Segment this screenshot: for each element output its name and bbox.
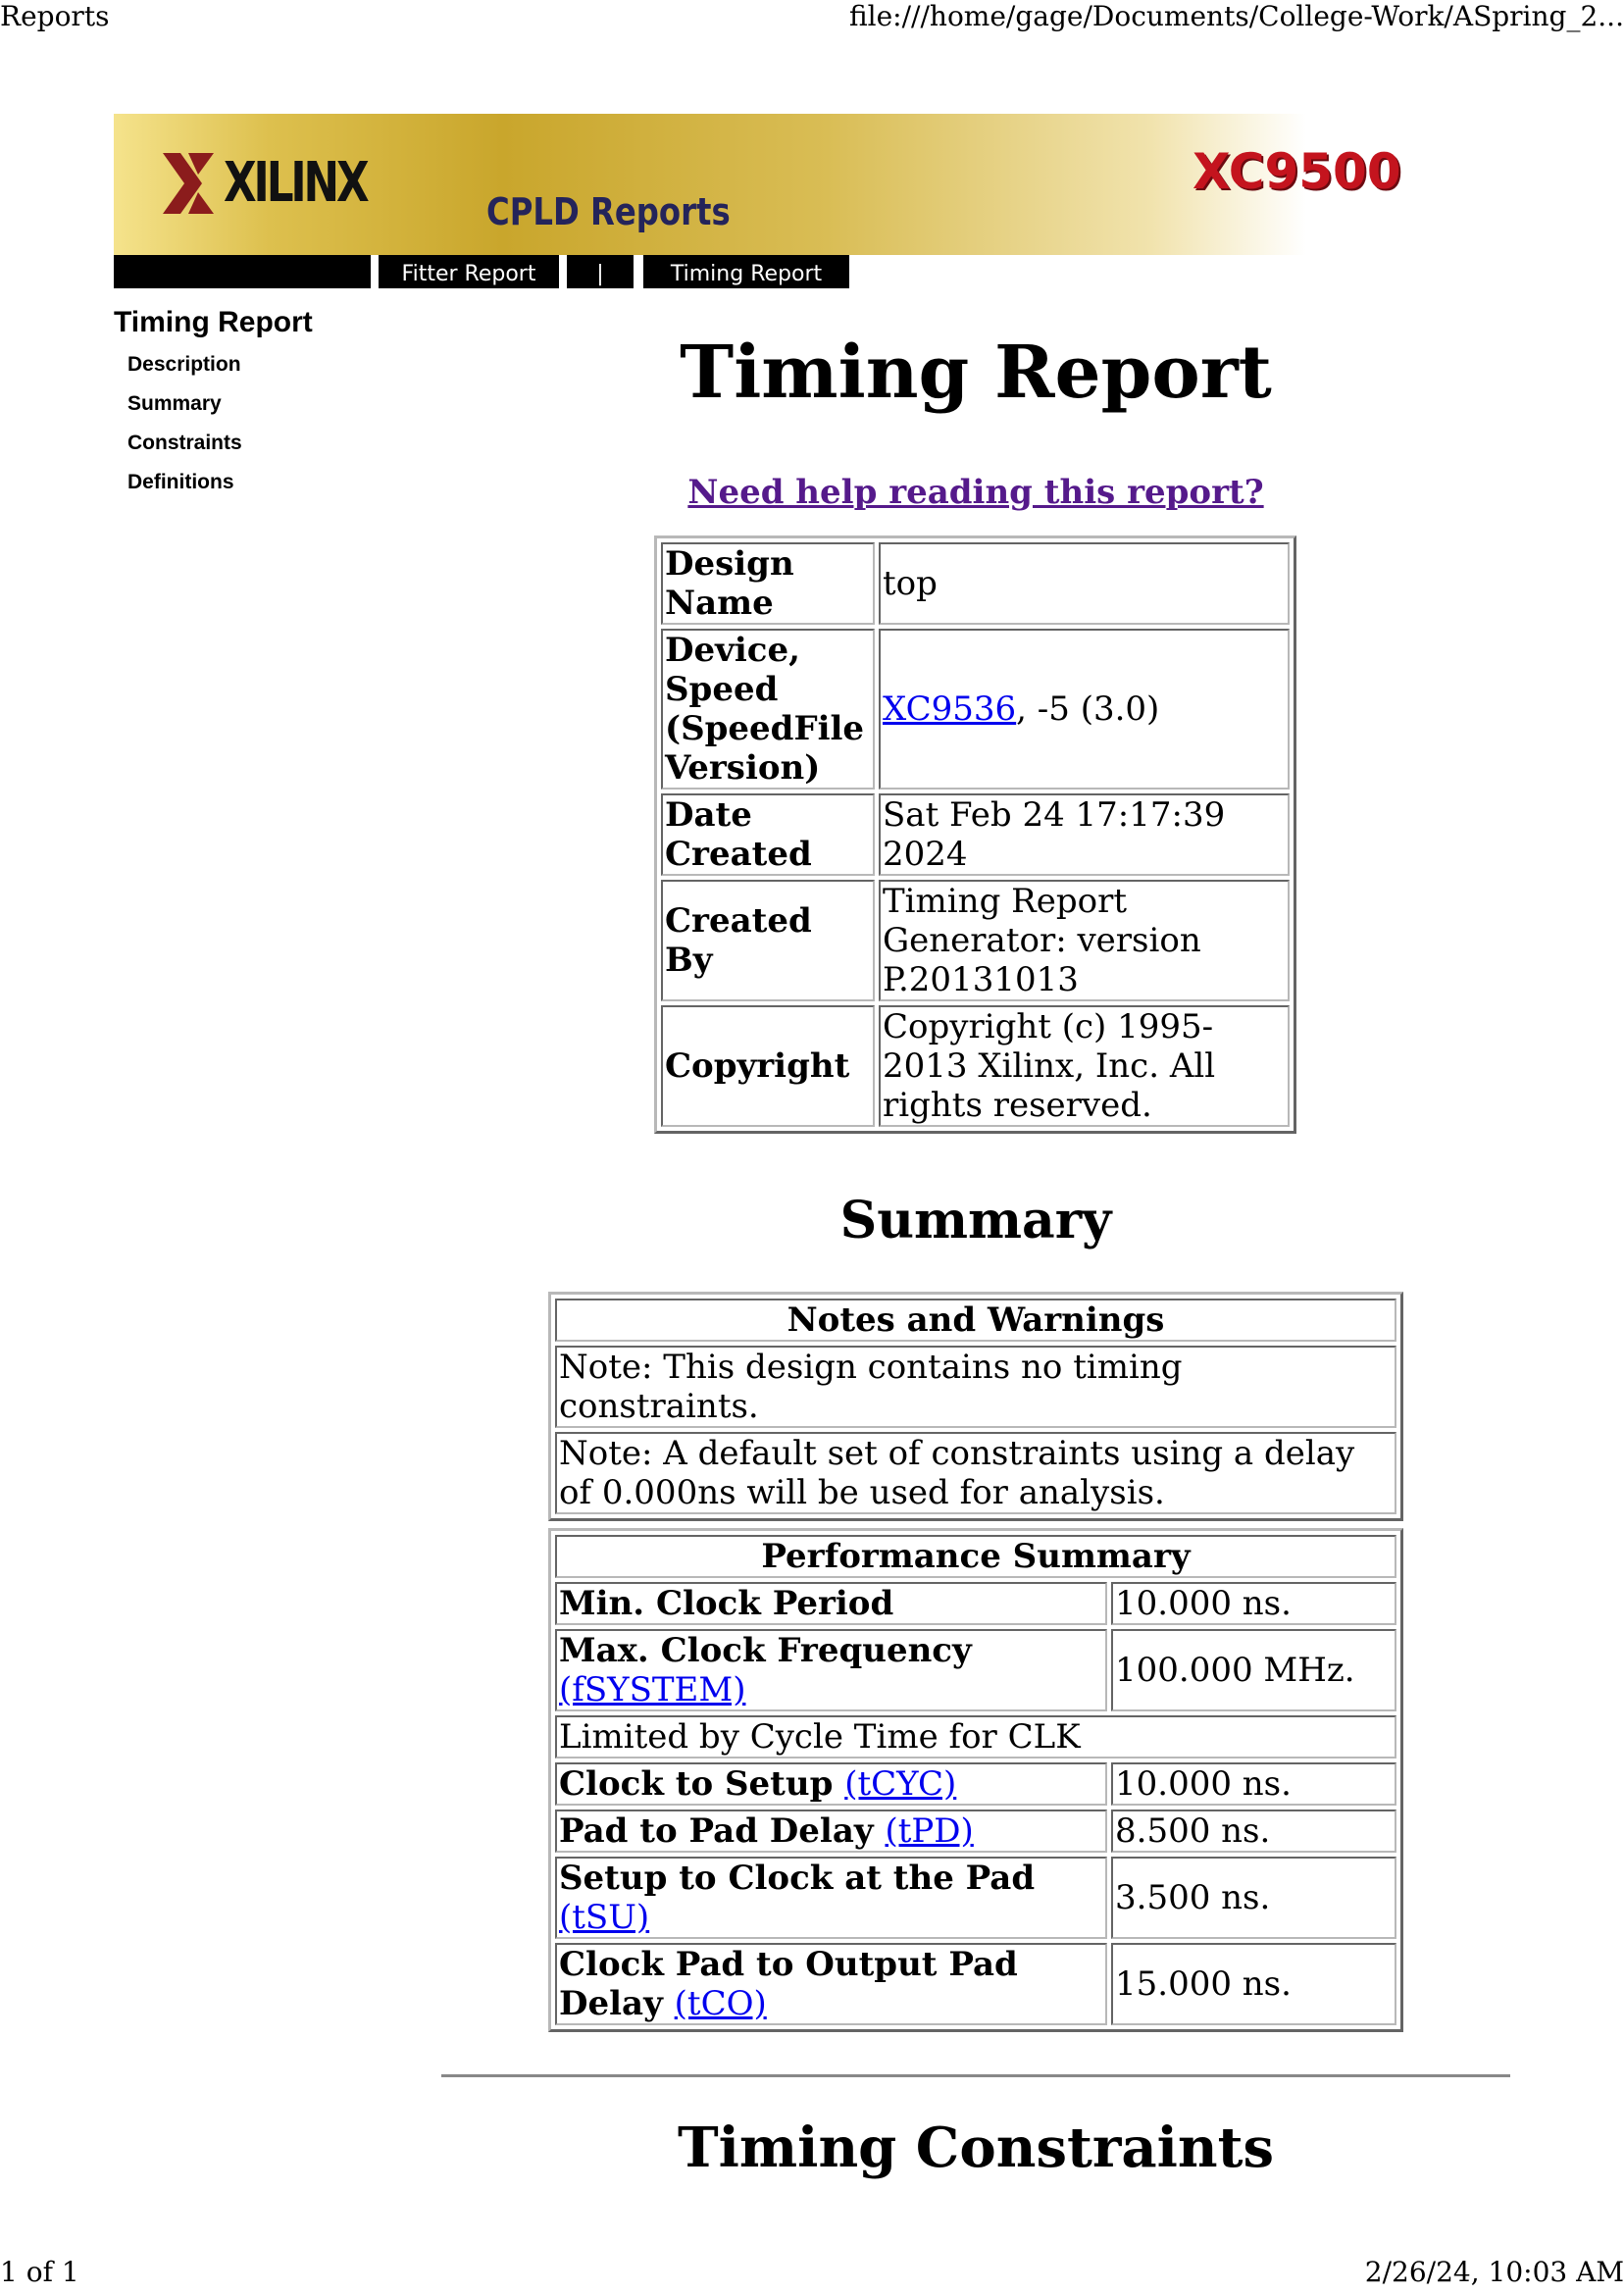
created-by-value: Timing Report Generator: version P.20131… bbox=[879, 880, 1290, 1001]
created-by-label: Created By bbox=[661, 880, 875, 1001]
table-row: Design Name top bbox=[661, 542, 1290, 625]
table-row: Created By Timing Report Generator: vers… bbox=[661, 880, 1290, 1001]
tsu-link[interactable]: (tSU) bbox=[559, 1898, 649, 1937]
table-header-row: Notes and Warnings bbox=[555, 1299, 1396, 1342]
table-row: Device, Speed (SpeedFile Version) XC9536… bbox=[661, 629, 1290, 790]
timing-constraints-heading: Timing Constraints bbox=[677, 2116, 1275, 2180]
device-speed-label: Device, Speed (SpeedFile Version) bbox=[661, 629, 875, 790]
nav-fitter-report[interactable]: Fitter Report bbox=[379, 255, 559, 288]
tcyc-link[interactable]: (tCYC) bbox=[844, 1764, 956, 1804]
perf-value: 15.000 ns. bbox=[1111, 1943, 1396, 2025]
performance-header: Performance Summary bbox=[555, 1535, 1396, 1578]
report-navbar: Fitter Report | Timing Report bbox=[114, 255, 859, 288]
table-row: Clock to Setup (tCYC) 10.000 ns. bbox=[555, 1762, 1396, 1806]
main-content: Timing Report Need help reading this rep… bbox=[441, 324, 1510, 512]
perf-label-cell: Setup to Clock at the Pad (tSU) bbox=[555, 1857, 1107, 1939]
print-header: Reports file:///home/gage/Documents/Coll… bbox=[0, 0, 1624, 35]
perf-label: Min. Clock Period bbox=[559, 1584, 894, 1623]
perf-value: 3.500 ns. bbox=[1111, 1857, 1396, 1939]
tco-link[interactable]: (tCO) bbox=[675, 1984, 767, 2023]
nav-separator: | bbox=[567, 255, 634, 288]
table-row: Max. Clock Frequency (fSYSTEM) 100.000 MH… bbox=[555, 1629, 1396, 1711]
table-row: Min. Clock Period 10.000 ns. bbox=[555, 1582, 1396, 1625]
table-row: Limited by Cycle Time for CLK bbox=[555, 1715, 1396, 1759]
print-header-url: file:///home/gage/Documents/College-Work… bbox=[848, 0, 1624, 32]
perf-value: 8.500 ns. bbox=[1111, 1810, 1396, 1853]
table-row: Note: This design contains no timing con… bbox=[555, 1346, 1396, 1428]
perf-label-cell: Clock to Setup (tCYC) bbox=[555, 1762, 1107, 1806]
design-name-label: Design Name bbox=[661, 542, 875, 625]
perf-label: Pad to Pad Delay bbox=[559, 1811, 874, 1851]
table-row: Clock Pad to Output Pad Delay (tCO) 15.0… bbox=[555, 1943, 1396, 2025]
help-link[interactable]: Need help reading this report? bbox=[687, 473, 1263, 512]
perf-label-cell: Clock Pad to Output Pad Delay (tCO) bbox=[555, 1943, 1107, 2025]
table-row: Date Created Sat Feb 24 17:17:39 2024 bbox=[661, 793, 1290, 876]
page-title: Timing Report bbox=[680, 331, 1272, 415]
perf-label-cell: Min. Clock Period bbox=[555, 1582, 1107, 1625]
device-speed-value: , -5 (3.0) bbox=[1016, 689, 1160, 729]
xilinx-wordmark: XILINX bbox=[224, 151, 370, 215]
device-family-badge: XC9500 bbox=[1193, 143, 1401, 200]
perf-label: Clock to Setup bbox=[559, 1764, 834, 1804]
sidebar-item-constraints[interactable]: Constraints bbox=[127, 424, 408, 463]
date-created-label: Date Created bbox=[661, 793, 875, 876]
table-row: Note: A default set of constraints using… bbox=[555, 1432, 1396, 1514]
section-divider bbox=[441, 2074, 1510, 2077]
device-link[interactable]: XC9536 bbox=[883, 689, 1016, 729]
design-info-table: Design Name top Device, Speed (SpeedFile… bbox=[654, 535, 1296, 1134]
nav-timing-report[interactable]: Timing Report bbox=[643, 255, 849, 288]
notes-header: Notes and Warnings bbox=[555, 1299, 1396, 1342]
table-row: Copyright Copyright (c) 1995-2013 Xilinx… bbox=[661, 1005, 1290, 1127]
notes-warnings-table: Notes and Warnings Note: This design con… bbox=[548, 1292, 1403, 1521]
sidebar-title: Timing Report bbox=[114, 306, 313, 338]
cpld-reports-banner: XILINX CPLD Reports XC9500 bbox=[114, 114, 1410, 255]
device-speed-cell: XC9536, -5 (3.0) bbox=[879, 629, 1290, 790]
tpd-link[interactable]: (tPD) bbox=[885, 1811, 973, 1851]
summary-heading: Summary bbox=[839, 1191, 1112, 1250]
copyright-label: Copyright bbox=[661, 1005, 875, 1127]
sidebar-item-summary[interactable]: Summary bbox=[127, 384, 408, 424]
perf-label: Setup to Clock at the Pad bbox=[559, 1859, 1036, 1898]
sidebar: Timing Report Description Summary Constr… bbox=[114, 306, 408, 502]
copyright-value: Copyright (c) 1995-2013 Xilinx, Inc. All… bbox=[879, 1005, 1290, 1127]
perf-value: 10.000 ns. bbox=[1111, 1762, 1396, 1806]
print-footer-page: 1 of 1 bbox=[0, 2256, 79, 2288]
table-row: Pad to Pad Delay (tPD) 8.500 ns. bbox=[555, 1810, 1396, 1853]
design-name-value: top bbox=[879, 542, 1290, 625]
print-footer: 1 of 1 2/26/24, 10:03 AM bbox=[0, 2256, 1624, 2291]
fsystem-link[interactable]: (fSYSTEM) bbox=[559, 1670, 745, 1709]
sidebar-item-description[interactable]: Description bbox=[127, 345, 408, 384]
table-row: Setup to Clock at the Pad (tSU) 3.500 ns. bbox=[555, 1857, 1396, 1939]
note-row: Note: This design contains no timing con… bbox=[555, 1346, 1396, 1428]
limited-by-note: Limited by Cycle Time for CLK bbox=[555, 1715, 1396, 1759]
table-header-row: Performance Summary bbox=[555, 1535, 1396, 1578]
banner-subtitle: CPLD Reports bbox=[486, 190, 731, 233]
xilinx-logo-icon bbox=[163, 153, 214, 214]
perf-value: 100.000 MHz. bbox=[1111, 1629, 1396, 1711]
print-header-title: Reports bbox=[0, 0, 110, 32]
perf-label: Clock Pad to Output Pad Delay bbox=[559, 1945, 1018, 2023]
navbar-blank-segment bbox=[114, 255, 371, 288]
date-created-value: Sat Feb 24 17:17:39 2024 bbox=[879, 793, 1290, 876]
sidebar-item-definitions[interactable]: Definitions bbox=[127, 463, 408, 502]
perf-label: Max. Clock Frequency bbox=[559, 1631, 972, 1670]
perf-label-cell: Max. Clock Frequency (fSYSTEM) bbox=[555, 1629, 1107, 1711]
print-footer-datetime: 2/26/24, 10:03 AM bbox=[1364, 2256, 1624, 2288]
xilinx-logo: XILINX bbox=[159, 149, 407, 218]
perf-label-cell: Pad to Pad Delay (tPD) bbox=[555, 1810, 1107, 1853]
note-row: Note: A default set of constraints using… bbox=[555, 1432, 1396, 1514]
performance-summary-table: Performance Summary Min. Clock Period 10… bbox=[548, 1528, 1403, 2032]
perf-value: 10.000 ns. bbox=[1111, 1582, 1396, 1625]
